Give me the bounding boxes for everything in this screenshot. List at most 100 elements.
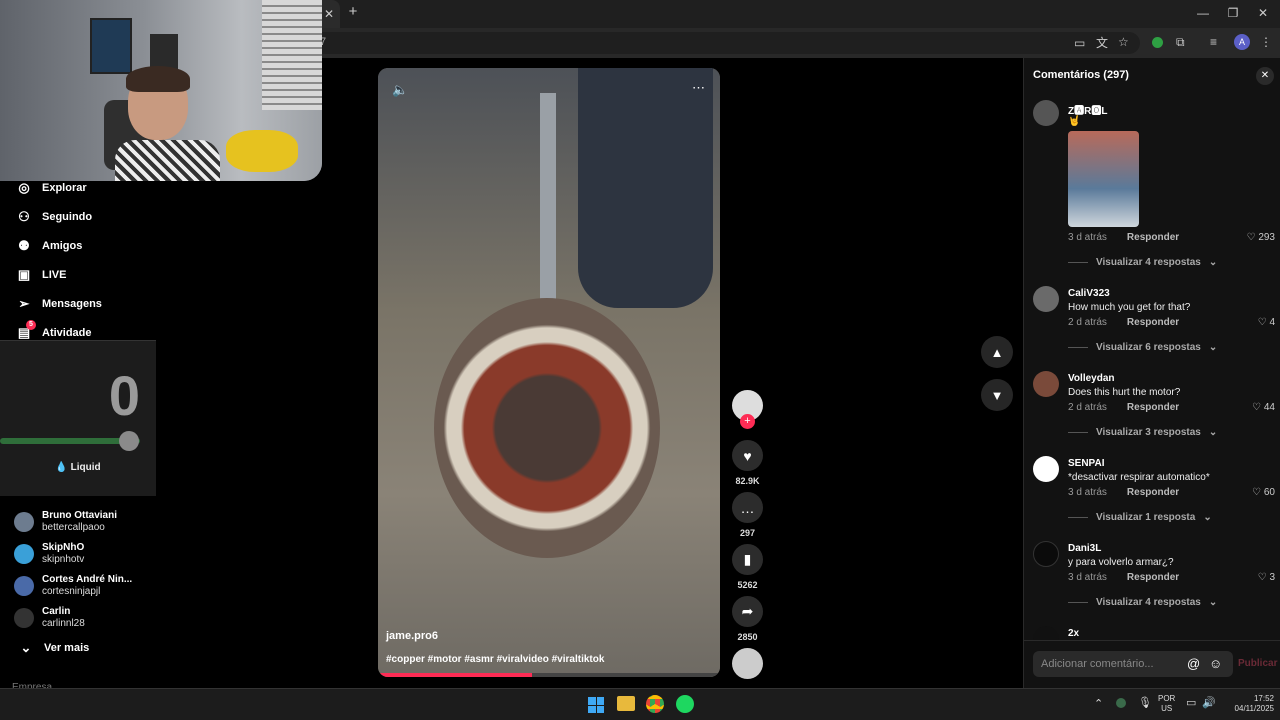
view-replies-button[interactable]: Visualizar 6 respostas ⌄ bbox=[1068, 342, 1217, 353]
nav-explorar[interactable]: ◎ Explorar bbox=[16, 180, 87, 196]
follow-plus-icon[interactable]: + bbox=[740, 414, 755, 429]
video-player[interactable]: 🔈 ⋯ jame.pro6 #copper #motor #asmr #vira… bbox=[378, 68, 720, 677]
close-comments-button[interactable]: ✕ bbox=[1256, 67, 1274, 85]
comment-like[interactable]: ♡ 60 bbox=[1252, 487, 1275, 498]
see-more-button[interactable]: ⌄ Ver mais bbox=[18, 640, 90, 656]
following-item[interactable]: Carlin carlinnl28 bbox=[14, 606, 85, 630]
nav-mensagens[interactable]: ➢ Mensagens bbox=[16, 296, 102, 312]
volume-tray-icon[interactable]: 🔊 bbox=[1202, 696, 1216, 709]
reply-button[interactable]: Responder bbox=[1127, 487, 1179, 498]
like-button[interactable]: ♥ 82.9K bbox=[732, 440, 763, 486]
tray-chevron-icon[interactable]: ⌃ bbox=[1094, 697, 1103, 710]
comments-panel: Comentários (297) ✕ Z🅰R🅾L 🤘 3 d atrás Res… bbox=[1023, 58, 1280, 688]
share-button[interactable]: ➦ 2850 bbox=[732, 596, 763, 642]
save-button[interactable]: ▮ 5262 bbox=[732, 544, 763, 590]
reply-button[interactable]: Responder bbox=[1127, 572, 1179, 583]
comment-button[interactable]: … 297 bbox=[732, 492, 763, 538]
comment-username[interactable]: 2x bbox=[1068, 628, 1079, 639]
comment-username[interactable]: Z🅰R🅾L bbox=[1068, 102, 1107, 117]
music-disc-icon bbox=[732, 648, 763, 679]
clock[interactable]: 17:52 04/11/2025 bbox=[1222, 694, 1274, 714]
video-caption[interactable]: #copper #motor #asmr #viralvideo #viralt… bbox=[386, 654, 604, 665]
comment-username[interactable]: Dani3L bbox=[1068, 543, 1101, 554]
comment-like[interactable]: ♡ 4 bbox=[1258, 317, 1275, 328]
avatar[interactable] bbox=[1033, 100, 1059, 126]
publish-button[interactable]: Publicar bbox=[1238, 658, 1277, 669]
liquid-slider-knob[interactable] bbox=[119, 431, 139, 451]
following-item[interactable]: Bruno Ottaviani bettercallpaoo bbox=[14, 510, 117, 534]
reply-button[interactable]: Responder bbox=[1127, 317, 1179, 328]
view-replies-button[interactable]: Visualizar 3 respostas ⌄ bbox=[1068, 427, 1217, 438]
comment-time: 2 d atrás bbox=[1068, 402, 1107, 413]
cast-icon[interactable]: ▭ bbox=[1074, 36, 1085, 50]
comment-username[interactable]: Volleydan bbox=[1068, 373, 1115, 384]
more-options-icon[interactable]: ⋯ bbox=[692, 80, 705, 96]
avatar[interactable] bbox=[1033, 456, 1059, 482]
reply-button[interactable]: Responder bbox=[1127, 232, 1179, 243]
nav-atividade[interactable]: ▤ 5 Atividade bbox=[16, 320, 92, 341]
nav-amigos[interactable]: ⚉ Amigos bbox=[16, 238, 82, 254]
view-replies-button[interactable]: Visualizar 4 respostas ⌄ bbox=[1068, 597, 1217, 608]
avatar[interactable] bbox=[1033, 371, 1059, 397]
start-icon[interactable] bbox=[588, 697, 604, 713]
translate-icon[interactable]: 文 bbox=[1096, 36, 1108, 50]
comment-time: 3 d atrás bbox=[1068, 487, 1107, 498]
window-blinds bbox=[262, 0, 322, 110]
tray-app-icon[interactable] bbox=[1116, 698, 1126, 708]
profile-avatar[interactable]: A bbox=[1234, 34, 1250, 50]
comment-text: Does this hurt the motor? bbox=[1068, 387, 1181, 398]
minimize-icon[interactable]: — bbox=[1196, 6, 1210, 20]
comment-input[interactable]: Adicionar comentário... @ ☺ bbox=[1033, 651, 1233, 677]
view-replies-button[interactable]: Visualizar 4 respostas ⌄ bbox=[1068, 257, 1217, 268]
view-replies-button[interactable]: Visualizar 1 resposta ⌄ bbox=[1068, 512, 1212, 523]
comment-count: 297 bbox=[739, 528, 756, 538]
comment-like[interactable]: ♡ 3 bbox=[1258, 572, 1275, 583]
puzzle-icon[interactable]: ⧉ bbox=[1176, 35, 1185, 49]
extension-icon[interactable] bbox=[1152, 37, 1163, 48]
comment-input-bar: Adicionar comentário... @ ☺ Publicar bbox=[1024, 640, 1280, 688]
comment-username[interactable]: CaliV323 bbox=[1068, 288, 1110, 299]
language-indicator[interactable]: POR US bbox=[1158, 694, 1175, 714]
nav-label: Explorar bbox=[42, 182, 87, 194]
avatar[interactable] bbox=[1033, 286, 1059, 312]
new-tab-button[interactable]: + bbox=[346, 4, 360, 19]
chrome-icon[interactable] bbox=[646, 695, 664, 713]
address-bar[interactable]: 7 bbox=[300, 32, 1140, 54]
volume-icon[interactable]: 🔈 bbox=[392, 82, 408, 98]
spotify-icon[interactable] bbox=[676, 695, 694, 713]
avatar[interactable] bbox=[1033, 541, 1059, 567]
comment-like[interactable]: ♡ 44 bbox=[1252, 402, 1275, 413]
next-video-button[interactable]: ▼ bbox=[981, 379, 1013, 411]
nav-live[interactable]: ▣ LIVE bbox=[16, 267, 67, 283]
following-username: cortesninjapjl bbox=[42, 586, 101, 597]
following-item[interactable]: SkipNhO skipnhotv bbox=[14, 542, 84, 566]
following-item[interactable]: Cortes André Nin... cortesninjapjl bbox=[14, 574, 132, 598]
avatar[interactable] bbox=[1033, 626, 1059, 640]
comment-like-count: 293 bbox=[1258, 232, 1275, 243]
restore-icon[interactable]: ❐ bbox=[1226, 6, 1240, 20]
creator-avatar[interactable]: + bbox=[732, 390, 763, 429]
reply-button[interactable]: Responder bbox=[1127, 402, 1179, 413]
bookmark-star-icon[interactable]: ☆ bbox=[1118, 35, 1129, 49]
display-icon[interactable]: ▭ bbox=[1186, 696, 1196, 709]
menu-kebab-icon[interactable]: ⋮ bbox=[1260, 35, 1272, 49]
comment-like-count: 60 bbox=[1263, 487, 1275, 498]
chevron-down-icon: ⌄ bbox=[1208, 597, 1218, 608]
emoji-icon[interactable]: ☺ bbox=[1209, 656, 1222, 671]
window-close-icon[interactable]: ✕ bbox=[1256, 6, 1270, 20]
comment-like[interactable]: ♡ 293 bbox=[1247, 232, 1275, 243]
mention-icon[interactable]: @ bbox=[1187, 656, 1200, 671]
following-name: Carlin bbox=[42, 606, 71, 617]
previous-video-button[interactable]: ▲ bbox=[981, 336, 1013, 368]
nav-label: Amigos bbox=[42, 240, 83, 252]
close-tab-icon[interactable]: ✕ bbox=[322, 7, 336, 21]
nav-seguindo[interactable]: ⚇ Seguindo bbox=[16, 209, 92, 225]
media-queue-icon[interactable]: ≡ bbox=[1210, 35, 1217, 49]
comment-username[interactable]: SENPAI bbox=[1068, 458, 1105, 469]
music-disc[interactable] bbox=[732, 648, 763, 679]
comment-image[interactable] bbox=[1068, 131, 1139, 227]
liquid-label: 💧 Liquid bbox=[55, 462, 101, 473]
file-explorer-icon[interactable] bbox=[617, 696, 635, 711]
video-author[interactable]: jame.pro6 bbox=[386, 630, 438, 642]
microphone-icon[interactable]: 🎙 bbox=[1138, 696, 1152, 709]
